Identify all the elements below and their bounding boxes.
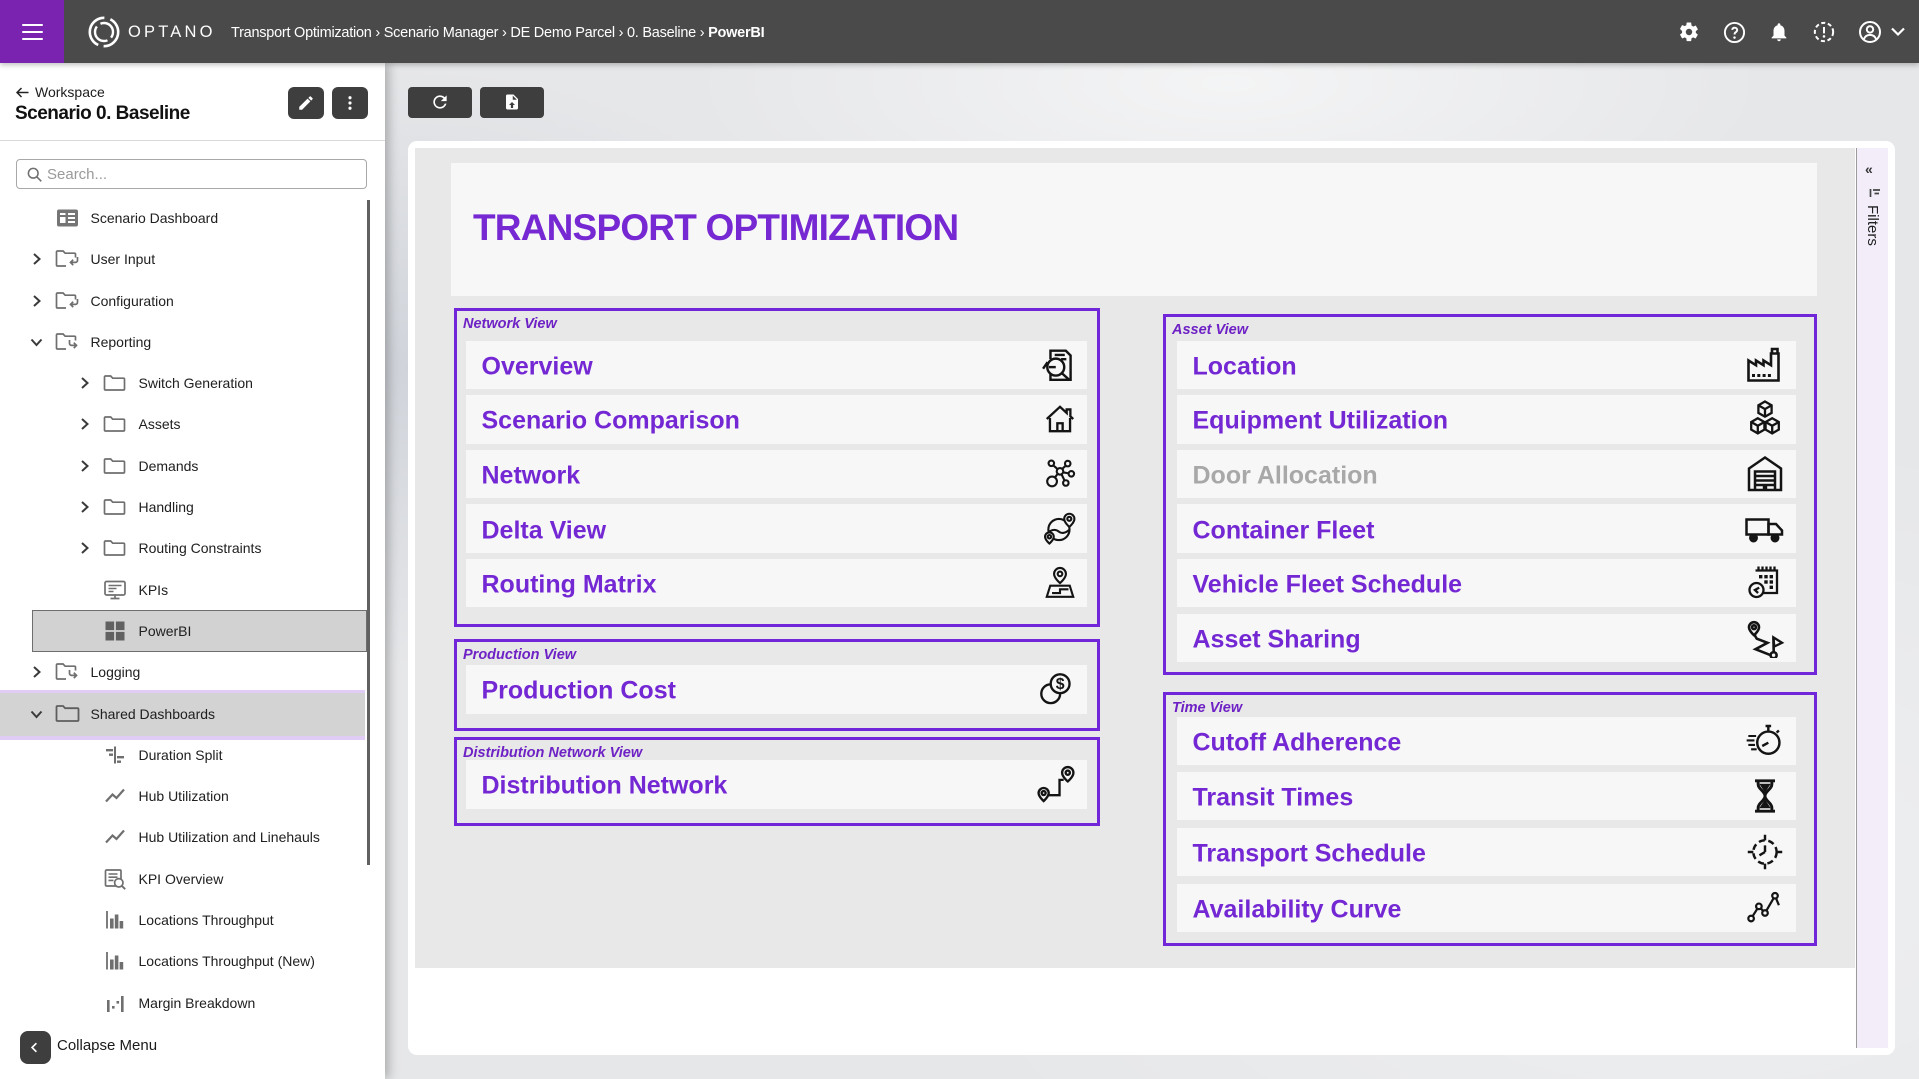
svg-text:$: $ <box>1055 676 1064 693</box>
